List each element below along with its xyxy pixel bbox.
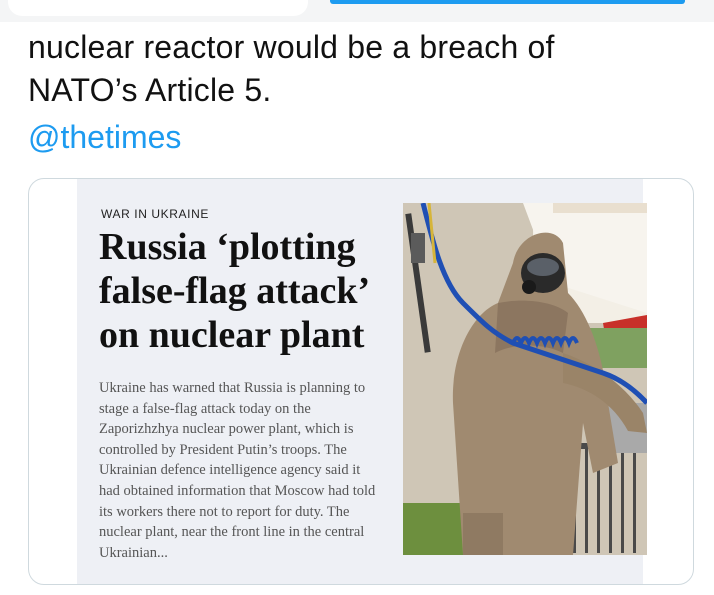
article-body: Ukraine has warned that Russia is planni… <box>99 378 439 563</box>
mention-link[interactable]: @thetimes <box>28 116 181 159</box>
link-preview-card[interactable]: WAR IN UKRAINE Russia ‘plotting false-fl… <box>28 178 694 585</box>
body-line: controlled by President Putin’s troops. … <box>99 441 347 458</box>
article-kicker: WAR IN UKRAINE <box>101 207 209 221</box>
hazmat-suit-photo <box>403 203 647 555</box>
body-line: had obtained information that Moscow had… <box>99 482 376 499</box>
body-line: nuclear plant, near the front line in th… <box>99 524 365 541</box>
tweet-text-line: nuclear reactor would be a breach of <box>28 29 555 65</box>
headline-line: on nuclear plant <box>99 314 365 356</box>
body-line: its workers there not to report for duty… <box>99 503 350 520</box>
body-line: Ukraine has warned that Russia is planni… <box>99 380 366 396</box>
body-line: Ukrainian... <box>99 544 168 561</box>
headline-line: Russia ‘plotting <box>99 226 356 268</box>
tweet-text-line: NATO’s Article 5. <box>28 72 272 108</box>
body-line: stage a false-flag attack today on the <box>99 400 311 417</box>
article-headline: Russia ‘plotting false-flag attack’ on n… <box>99 225 439 357</box>
body-line: Zaporizhzhya nuclear power plant, which … <box>99 421 354 438</box>
headline-line: false-flag attack’ <box>99 270 371 312</box>
body-line: Ukrainian defence intelligence agency sa… <box>99 462 361 479</box>
photo-illustration <box>403 203 647 555</box>
previous-card-edge <box>8 0 308 16</box>
previous-button-edge <box>330 0 685 4</box>
tweet-text: nuclear reactor would be a breach of NAT… <box>28 26 698 112</box>
